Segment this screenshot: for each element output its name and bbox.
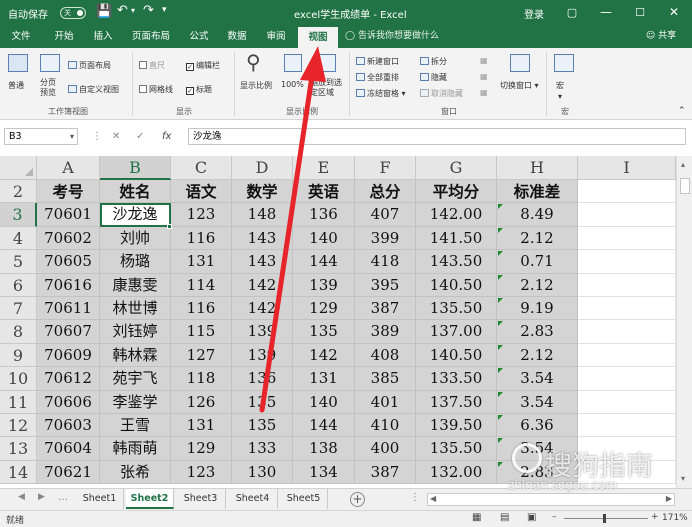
red-arrow-annotation	[259, 46, 326, 413]
excel-window: 自动保存 关 💾 ↶ ▾ ↷ ▾ excel学生成绩单 - Excel 登录 ▢…	[0, 0, 692, 527]
